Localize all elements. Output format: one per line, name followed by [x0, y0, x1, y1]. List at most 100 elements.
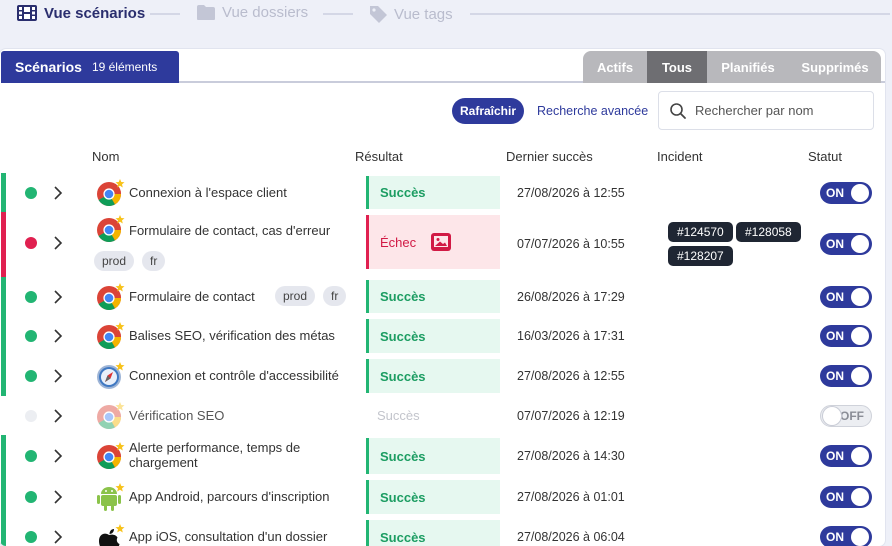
table-row[interactable]: Formulaire de contact, cas d'erreur prod f…	[1, 212, 885, 277]
status-bar	[1, 277, 6, 316]
filter-actifs[interactable]: Actifs	[583, 51, 647, 83]
status-bar	[1, 517, 6, 546]
toggle-label: ON	[826, 369, 844, 383]
apple-icon	[95, 523, 125, 546]
table-row[interactable]: App Android, parcours d'inscription Succè…	[1, 477, 885, 517]
filter-planifies[interactable]: Planifiés	[707, 51, 789, 83]
chevron-right-icon[interactable]	[51, 329, 65, 343]
scenarios-tab-title: Scénarios	[15, 59, 82, 75]
filter-tous[interactable]: Tous	[647, 51, 707, 83]
nav-separator	[150, 13, 180, 15]
table-row[interactable]: App iOS, consultation d'un dossier Succès…	[1, 517, 885, 546]
tag-badge[interactable]: prod	[94, 251, 135, 271]
chrome-icon	[95, 282, 125, 312]
status-toggle[interactable]: ON	[820, 286, 872, 308]
scenario-name[interactable]: Connexion à l'espace client	[129, 185, 287, 200]
toggle-label: ON	[826, 290, 844, 304]
scenario-name[interactable]: App iOS, consultation d'un dossier	[129, 529, 327, 544]
status-toggle[interactable]: ON	[820, 445, 872, 467]
column-header-incident[interactable]: Incident	[657, 149, 703, 164]
result-label: Succès	[380, 368, 426, 384]
chrome-icon	[95, 214, 125, 244]
nav-tags-label: Vue tags	[394, 5, 453, 23]
status-dot	[25, 237, 37, 249]
advanced-search-link[interactable]: Recherche avancée	[537, 104, 648, 118]
chevron-right-icon[interactable]	[51, 186, 65, 200]
chevron-right-icon[interactable]	[51, 530, 65, 544]
status-bar	[1, 173, 6, 212]
tag-icon	[370, 6, 387, 23]
toggle-knob	[851, 288, 869, 306]
incident-badge[interactable]: #128207	[668, 246, 733, 266]
status-toggle[interactable]: ON	[820, 325, 872, 347]
scenarios-tab[interactable]: Scénarios 19 éléments	[1, 51, 179, 83]
toggle-label: ON	[826, 490, 844, 504]
scenario-name[interactable]: Vérification SEO	[129, 408, 224, 423]
status-bar	[1, 212, 6, 277]
column-header-last-success[interactable]: Dernier succès	[506, 149, 593, 164]
chevron-right-icon[interactable]	[51, 409, 65, 423]
status-toggle[interactable]: ON	[820, 486, 872, 508]
chevron-right-icon[interactable]	[51, 490, 65, 504]
tag-badge[interactable]: prod	[275, 286, 316, 306]
column-header-name[interactable]: Nom	[92, 149, 119, 164]
filter-supprimes[interactable]: Supprimés	[789, 51, 881, 83]
nav-folders[interactable]: Vue dossiers	[196, 4, 308, 21]
status-toggle[interactable]: OFF	[820, 405, 872, 427]
scenario-name[interactable]: Formulaire de contact, cas d'erreur	[129, 223, 330, 238]
status-toggle[interactable]: ON	[820, 233, 872, 255]
status-bar	[1, 316, 6, 356]
table-row[interactable]: Alerte performance, temps de chargement S…	[1, 435, 885, 477]
table-row[interactable]: Vérification SEO Succès 07/07/2026 à 12:19…	[1, 396, 885, 435]
chevron-right-icon[interactable]	[51, 449, 65, 463]
status-dot	[25, 291, 37, 303]
chevron-right-icon[interactable]	[51, 236, 65, 250]
scenario-name[interactable]: Alerte performance, temps de chargement	[129, 440, 329, 470]
nav-scenarios[interactable]: Vue scénarios	[16, 4, 145, 22]
search-input[interactable]	[695, 103, 865, 118]
status-bar	[1, 477, 6, 517]
last-success-date: 27/08/2026 à 12:55	[517, 186, 625, 200]
tag-badge[interactable]: fr	[323, 286, 347, 306]
scenario-name[interactable]: Formulaire de contact	[129, 289, 255, 304]
scenario-name[interactable]: App Android, parcours d'inscription	[129, 489, 329, 504]
screenshot-icon[interactable]	[430, 232, 452, 252]
toggle-knob	[851, 184, 869, 202]
status-toggle[interactable]: ON	[820, 526, 872, 546]
chrome-icon	[95, 401, 125, 431]
refresh-button[interactable]: Rafraîchir	[452, 98, 524, 124]
chevron-right-icon[interactable]	[51, 369, 65, 383]
table-row[interactable]: Balises SEO, vérification des métas Succè…	[1, 316, 885, 356]
nav-scenarios-label: Vue scénarios	[44, 4, 146, 22]
last-success-date: 07/07/2026 à 12:19	[517, 409, 625, 423]
toggle-knob	[851, 488, 869, 506]
toggle-label: ON	[826, 530, 844, 544]
last-success-date: 26/08/2026 à 17:29	[517, 290, 625, 304]
result-cell: Succès	[366, 176, 500, 209]
result-label: Succès	[380, 448, 426, 464]
incident-badge[interactable]: #124570	[668, 222, 733, 242]
result-cell: Succès	[366, 480, 500, 514]
table-row[interactable]: Connexion à l'espace client Succès 27/08/2…	[1, 173, 885, 212]
column-header-status[interactable]: Statut	[808, 149, 842, 164]
column-header-result[interactable]: Résultat	[355, 149, 403, 164]
scenario-name[interactable]: Connexion et contrôle d'accessibilité	[129, 368, 339, 383]
incident-badge[interactable]: #128058	[736, 222, 801, 242]
view-switcher: Vue scénarios Vue dossiers Vue tags	[0, 0, 892, 30]
status-toggle[interactable]: ON	[820, 365, 872, 387]
result-label: Succès	[380, 185, 426, 200]
status-toggle[interactable]: ON	[820, 182, 872, 204]
status-bar	[1, 356, 6, 396]
toggle-label: ON	[826, 449, 844, 463]
status-bar	[1, 435, 6, 477]
scenario-name[interactable]: Balises SEO, vérification des métas	[129, 328, 335, 343]
chevron-right-icon[interactable]	[51, 290, 65, 304]
nav-separator	[323, 13, 353, 15]
result-cell: Échec	[366, 215, 500, 269]
tag-badge[interactable]: fr	[142, 251, 166, 271]
result-cell: Succès	[366, 319, 500, 353]
nav-tags[interactable]: Vue tags	[368, 4, 453, 24]
table-row[interactable]: Connexion et contrôle d'accessibilité Suc…	[1, 356, 885, 396]
table-row[interactable]: Formulaire de contact prod fr Succès 26/08/2…	[1, 277, 885, 316]
toggle-label: ON	[826, 237, 844, 251]
